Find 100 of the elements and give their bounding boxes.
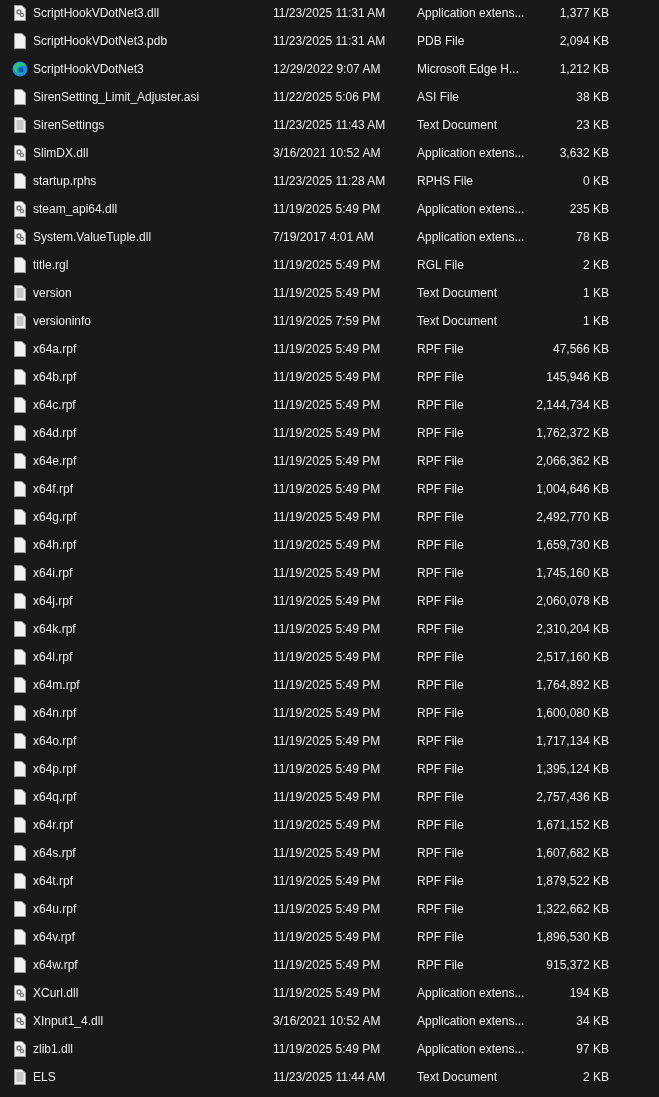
file-name[interactable]: x64b.rpf — [33, 368, 273, 386]
file-type: RPF File — [417, 453, 465, 470]
file-name[interactable]: x64w.rpf — [33, 956, 273, 974]
file-name[interactable]: x64a.rpf — [33, 340, 273, 358]
file-name[interactable]: title.rgl — [33, 256, 273, 274]
file-name[interactable]: x64r.rpf — [33, 816, 273, 834]
file-name[interactable]: XCurl.dll — [33, 984, 273, 1002]
file-icon — [14, 425, 26, 441]
file-name[interactable]: x64g.rpf — [33, 508, 273, 526]
file-name[interactable]: x64t.rpf — [33, 872, 273, 890]
file-type: RPF File — [417, 761, 465, 778]
file-name[interactable]: steam_api64.dll — [33, 200, 273, 218]
date-modified: 11/19/2025 5:49 PM — [273, 509, 382, 526]
date-modified: 11/19/2025 5:49 PM — [273, 985, 382, 1002]
file-name[interactable]: x64m.rpf — [33, 676, 273, 694]
file-size: 2,066,362 KB — [535, 453, 609, 470]
file-name[interactable]: x64j.rpf — [33, 592, 273, 610]
date-modified: 11/19/2025 5:49 PM — [273, 481, 382, 498]
file-name[interactable]: zlib1.dll — [33, 1040, 273, 1058]
browser-logo-icon — [12, 61, 28, 77]
file-name[interactable]: XInput1_4.dll — [33, 1012, 273, 1030]
date-modified: 11/19/2025 5:49 PM — [273, 929, 382, 946]
file-size: 2,310,204 KB — [535, 621, 609, 638]
file-name[interactable]: x64k.rpf — [33, 620, 273, 638]
date-modified: 11/19/2025 5:49 PM — [273, 873, 382, 890]
file-name[interactable]: x64u.rpf — [33, 900, 273, 918]
file-name[interactable]: x64p.rpf — [33, 760, 273, 778]
date-modified: 11/19/2025 5:49 PM — [273, 537, 382, 554]
file-type: Application extens... — [417, 201, 526, 218]
date-modified: 11/19/2025 5:49 PM — [273, 621, 382, 638]
file-name[interactable]: SlimDX.dll — [33, 144, 273, 162]
file-name[interactable]: SirenSettings — [33, 116, 273, 134]
file-name[interactable]: x64l.rpf — [33, 648, 273, 666]
file-type: RPF File — [417, 817, 465, 834]
file-size: 78 KB — [575, 229, 609, 246]
file-size: 194 KB — [568, 985, 609, 1002]
file-type: Text Document — [417, 1069, 499, 1086]
file-icon — [14, 957, 26, 973]
file-icon — [14, 873, 26, 889]
file-name[interactable]: x64o.rpf — [33, 732, 273, 750]
file-type: PDB File — [417, 33, 466, 50]
file-name[interactable]: System.ValueTuple.dll — [33, 228, 273, 246]
file-size: 3,632 KB — [558, 145, 609, 162]
file-name[interactable]: ELS — [33, 1068, 273, 1086]
file-size: 1,896,530 KB — [535, 929, 609, 946]
file-size: 2,492,770 KB — [535, 509, 609, 526]
file-icon — [14, 537, 26, 553]
file-name[interactable]: versioninfo — [33, 312, 273, 330]
file-name[interactable]: x64q.rpf — [33, 788, 273, 806]
file-type: RPF File — [417, 733, 465, 750]
file-name[interactable]: SirenSetting_Limit_Adjuster.asi — [33, 88, 273, 106]
file-size: 1,212 KB — [558, 61, 609, 78]
date-modified: 11/19/2025 5:49 PM — [273, 957, 382, 974]
date-modified: 11/19/2025 5:49 PM — [273, 565, 382, 582]
file-type: RPF File — [417, 481, 465, 498]
file-type: Application extens... — [417, 5, 526, 22]
file-size: 1,717,134 KB — [535, 733, 609, 750]
date-modified: 11/19/2025 5:49 PM — [273, 677, 382, 694]
file-name[interactable]: ScriptHookVDotNet3.dll — [33, 4, 273, 22]
file-name[interactable]: x64c.rpf — [33, 396, 273, 414]
file-size: 1,745,160 KB — [535, 565, 609, 582]
file-type: RPF File — [417, 649, 465, 666]
file-name[interactable]: x64s.rpf — [33, 844, 273, 862]
file-name[interactable]: x64v.rpf — [33, 928, 273, 946]
date-modified: 11/19/2025 5:49 PM — [273, 845, 382, 862]
file-type: RPF File — [417, 397, 465, 414]
file-icon — [14, 565, 26, 581]
file-size: 1,671,152 KB — [535, 817, 609, 834]
file-name[interactable]: x64h.rpf — [33, 536, 273, 554]
file-name[interactable]: x64f.rpf — [33, 480, 273, 498]
file-icon — [14, 677, 26, 693]
file-name[interactable]: x64e.rpf — [33, 452, 273, 470]
gear-page-icon — [14, 1013, 26, 1029]
gear-page-icon — [14, 201, 26, 217]
file-type: Application extens... — [417, 985, 526, 1002]
file-type: Application extens... — [417, 1013, 526, 1030]
file-size: 23 KB — [575, 117, 609, 134]
file-name[interactable]: startup.rphs — [33, 172, 273, 190]
file-name[interactable]: x64d.rpf — [33, 424, 273, 442]
file-icon — [14, 733, 26, 749]
date-modified: 11/19/2025 5:49 PM — [273, 649, 382, 666]
file-size: 1 KB — [582, 285, 609, 302]
file-name[interactable]: ScriptHookVDotNet3.pdb — [33, 32, 273, 50]
file-name[interactable]: version — [33, 284, 273, 302]
file-name[interactable]: x64n.rpf — [33, 704, 273, 722]
file-size: 1,600,080 KB — [535, 705, 609, 722]
date-modified: 11/19/2025 5:49 PM — [273, 257, 382, 274]
file-size: 1,395,124 KB — [535, 761, 609, 778]
file-name[interactable]: ScriptHookVDotNet3 — [33, 60, 273, 78]
file-name[interactable]: x64i.rpf — [33, 564, 273, 582]
file-type: Application extens... — [417, 229, 526, 246]
file-type: RPF File — [417, 845, 465, 862]
file-icon — [14, 173, 26, 189]
date-modified: 7/19/2017 4:01 AM — [273, 229, 375, 246]
gear-page-icon — [14, 1041, 26, 1057]
file-icon — [14, 453, 26, 469]
file-type: RGL File — [417, 257, 465, 274]
file-size: 915,372 KB — [545, 957, 609, 974]
file-size: 1,762,372 KB — [535, 425, 609, 442]
file-type: Text Document — [417, 117, 499, 134]
